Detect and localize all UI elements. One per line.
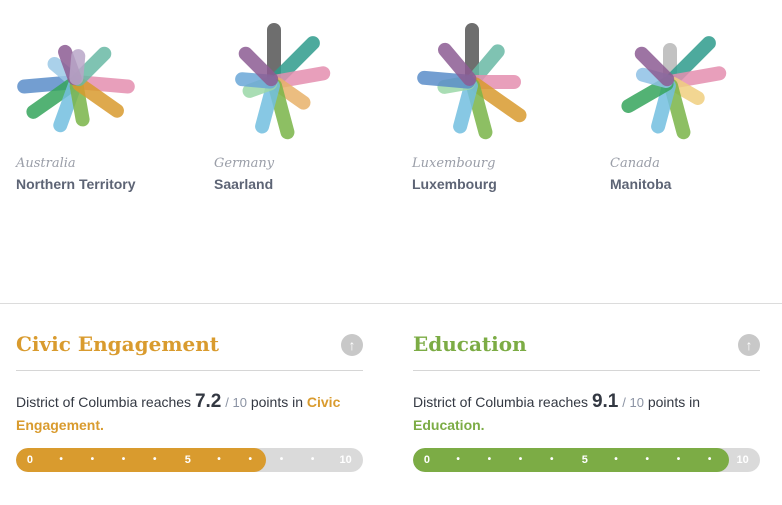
tick-dot: • bbox=[645, 454, 649, 465]
civic-engagement-panel: Civic Engagement ↑ District of Columbia … bbox=[16, 328, 363, 472]
flower-petal bbox=[666, 66, 727, 89]
region-name: Saarland bbox=[214, 176, 274, 192]
region-name: Northern Territory bbox=[16, 176, 136, 192]
education-panel: Education ↑ District of Columbia reaches… bbox=[413, 328, 760, 472]
tick-dot: • bbox=[456, 454, 460, 465]
sentence-mid: points in bbox=[647, 394, 700, 410]
panel-title: Education bbox=[413, 332, 527, 356]
region-country: Germany bbox=[214, 156, 275, 171]
tick-label-5: 5 bbox=[581, 454, 588, 466]
score-value: 7.2 bbox=[194, 391, 222, 412]
score-bar-fill bbox=[16, 448, 266, 472]
tick-dot: • bbox=[550, 454, 554, 465]
tick-dot: • bbox=[707, 454, 712, 465]
score-bar: 0 • • • • 5 • • • • 10 bbox=[413, 448, 760, 472]
flower-petal-icon bbox=[621, 36, 727, 140]
sentence-prefix: District of Columbia reaches bbox=[16, 394, 192, 410]
flower-petal bbox=[270, 66, 331, 89]
topic-name: Education. bbox=[413, 417, 485, 433]
score-value: 9.1 bbox=[591, 391, 619, 412]
tick-dot: • bbox=[614, 454, 618, 465]
arrow-up-circle-icon[interactable]: ↑ bbox=[738, 334, 760, 356]
flower-petal-icon bbox=[417, 23, 527, 140]
score-sentence: District of Columbia reaches 7.2 / 10 po… bbox=[16, 391, 363, 436]
tick-label-10: 10 bbox=[736, 454, 749, 466]
flower-petal-icon bbox=[235, 23, 331, 140]
tick-dot: • bbox=[90, 454, 95, 465]
region-name: Luxembourg bbox=[412, 176, 497, 192]
score-bar: 0 • • • • 5 • • • • 10 bbox=[16, 448, 363, 472]
tick-dot: • bbox=[121, 454, 126, 465]
region-country: Luxembourg bbox=[412, 156, 496, 171]
sentence-mid: points in bbox=[250, 394, 303, 410]
score-bar-fill bbox=[413, 448, 729, 472]
tick-dot: • bbox=[676, 454, 681, 465]
tick-label-10: 10 bbox=[339, 454, 352, 466]
region-card-luxembourg[interactable]: Luxembourg Luxembourg bbox=[412, 22, 582, 192]
tick-dot: • bbox=[153, 454, 157, 465]
tick-dot: • bbox=[518, 454, 523, 465]
region-country: Australia bbox=[16, 156, 76, 171]
flower-petal bbox=[453, 78, 478, 134]
flower-petal-icon bbox=[17, 44, 135, 133]
sentence-prefix: District of Columbia reaches bbox=[413, 394, 589, 410]
tick-dot: • bbox=[248, 454, 252, 465]
arrow-up-circle-icon[interactable]: ↑ bbox=[341, 334, 363, 356]
region-card-manitoba[interactable]: Canada Manitoba bbox=[610, 22, 780, 192]
region-country: Canada bbox=[610, 156, 660, 171]
score-sentence: District of Columbia reaches 9.1 / 10 po… bbox=[413, 391, 760, 436]
region-card-northern-territory[interactable]: Australia Northern Territory bbox=[16, 22, 186, 192]
region-name: Manitoba bbox=[610, 176, 672, 192]
panel-header: Education ↑ bbox=[413, 328, 760, 371]
tick-dot: • bbox=[59, 454, 63, 465]
section-divider bbox=[0, 303, 782, 304]
score-max: / 10 bbox=[622, 395, 644, 410]
flower-petal bbox=[69, 49, 86, 86]
tick-dot: • bbox=[487, 454, 492, 465]
tick-dot: • bbox=[310, 454, 315, 465]
region-card-saarland[interactable]: Germany Saarland bbox=[214, 22, 384, 192]
panel-header: Civic Engagement ↑ bbox=[16, 328, 363, 371]
tick-label-0: 0 bbox=[26, 454, 33, 466]
tick-dot: • bbox=[279, 454, 284, 465]
panel-title: Civic Engagement bbox=[16, 332, 219, 356]
score-max: / 10 bbox=[225, 395, 247, 410]
tick-label-5: 5 bbox=[184, 454, 191, 466]
tick-label-0: 0 bbox=[423, 454, 430, 466]
tick-dot: • bbox=[217, 454, 221, 465]
